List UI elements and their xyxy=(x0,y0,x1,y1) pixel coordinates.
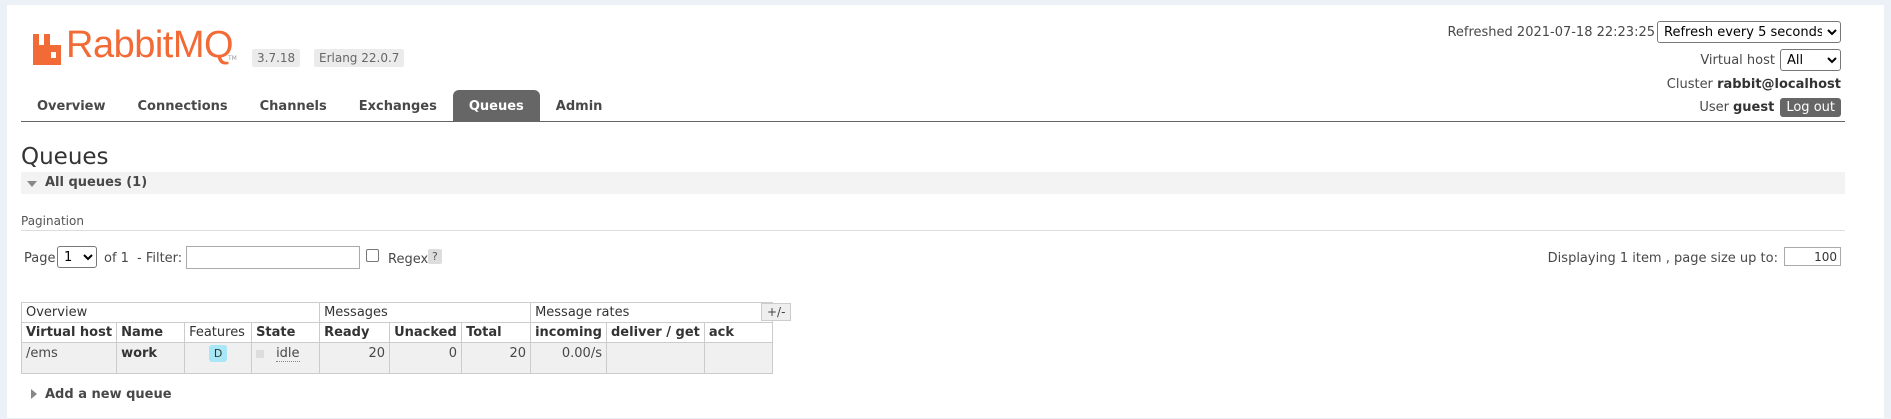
main-nav-tabs: Overview Connections Channels Exchanges … xyxy=(21,90,618,121)
col-state[interactable]: State xyxy=(251,322,321,343)
page-title: Queues xyxy=(21,144,109,170)
durable-badge: D xyxy=(208,345,228,362)
trademark: TM xyxy=(228,55,237,62)
pagination-divider xyxy=(21,230,1845,231)
group-overview: Overview xyxy=(20,302,321,323)
col-ack[interactable]: ack xyxy=(703,322,773,343)
erlang-badge: Erlang 22.0.7 xyxy=(314,49,405,67)
cluster-info: Cluster rabbit@localhost xyxy=(1667,77,1841,92)
queues-table: Overview Messages Message rates Virtual … xyxy=(20,302,773,374)
tab-queues[interactable]: Queues xyxy=(452,90,540,121)
col-deliver-get[interactable]: deliver / get xyxy=(605,322,705,343)
regex-help-button[interactable]: ? xyxy=(428,249,442,264)
group-messages: Messages xyxy=(319,302,532,323)
tab-channels[interactable]: Channels xyxy=(244,90,343,121)
group-message-rates: Message rates xyxy=(530,302,773,323)
regex-checkbox[interactable] xyxy=(366,249,379,262)
col-unacked[interactable]: Unacked xyxy=(389,322,463,343)
expand-arrow-icon[interactable] xyxy=(31,389,37,399)
user-info: User guest Log out xyxy=(1699,98,1841,117)
cluster-label: Cluster xyxy=(1666,77,1713,92)
all-queues-section-header[interactable] xyxy=(21,172,1845,194)
cell-vhost: /ems xyxy=(20,342,118,374)
rabbitmq-logo-icon[interactable] xyxy=(33,34,61,65)
state-text: idle xyxy=(276,346,300,362)
filter-label: - Filter: xyxy=(137,251,183,266)
cluster-name: rabbit@localhost xyxy=(1717,77,1841,92)
cell-ready: 20 xyxy=(319,342,391,374)
table-row[interactable]: /ems work D idle 20 0 20 0.00/s xyxy=(20,342,773,374)
queue-name-link[interactable]: work xyxy=(121,346,157,361)
virtual-host-select[interactable]: All xyxy=(1780,49,1841,71)
virtual-host-label: Virtual host xyxy=(1700,53,1775,68)
cell-unacked: 0 xyxy=(389,342,463,374)
cell-name[interactable]: work xyxy=(116,342,186,374)
user-label: User xyxy=(1699,100,1729,115)
page-select[interactable]: 1 xyxy=(57,246,97,268)
page-label: Page xyxy=(24,251,56,266)
pagination-label: Pagination xyxy=(21,214,84,228)
logout-button[interactable]: Log out xyxy=(1780,98,1841,117)
version-badge: 3.7.18 xyxy=(252,49,301,67)
toggle-columns-button[interactable]: +/- xyxy=(761,303,792,321)
regex-label: Regex xyxy=(388,252,429,267)
collapse-arrow-icon[interactable] xyxy=(27,181,37,187)
tab-connections[interactable]: Connections xyxy=(122,90,244,121)
tab-exchanges[interactable]: Exchanges xyxy=(343,90,453,121)
tab-admin[interactable]: Admin xyxy=(540,90,619,121)
cell-ack xyxy=(703,342,773,374)
col-virtual-host[interactable]: Virtual host xyxy=(20,322,118,343)
add-new-queue-toggle[interactable]: Add a new queue xyxy=(45,387,172,402)
cell-incoming: 0.00/s xyxy=(530,342,607,374)
col-incoming[interactable]: incoming xyxy=(530,322,607,343)
state-indicator-icon xyxy=(256,349,265,358)
cell-total: 20 xyxy=(461,342,532,374)
cell-features: D xyxy=(184,342,253,374)
page-count: of 1 xyxy=(104,251,129,266)
cell-deliver-get xyxy=(605,342,705,374)
all-queues-title[interactable]: All queues (1) xyxy=(45,175,147,190)
displaying-label: Displaying 1 item , page size up to: xyxy=(1547,251,1778,266)
logo-text: RabbitMQ xyxy=(66,24,234,66)
cell-state: idle xyxy=(251,342,321,374)
col-name[interactable]: Name xyxy=(116,322,186,343)
col-total[interactable]: Total xyxy=(461,322,532,343)
refresh-interval-select[interactable]: Refresh every 5 seconds xyxy=(1657,21,1841,43)
tab-divider xyxy=(21,121,1845,122)
filter-input[interactable] xyxy=(186,246,360,269)
tab-overview[interactable]: Overview xyxy=(21,90,122,121)
col-features: Features xyxy=(184,322,253,343)
col-ready[interactable]: Ready xyxy=(319,322,391,343)
page-size-input[interactable]: 100 xyxy=(1784,247,1841,266)
user-name: guest xyxy=(1733,100,1775,115)
refreshed-timestamp: Refreshed 2021-07-18 22:23:25 xyxy=(1447,25,1655,40)
